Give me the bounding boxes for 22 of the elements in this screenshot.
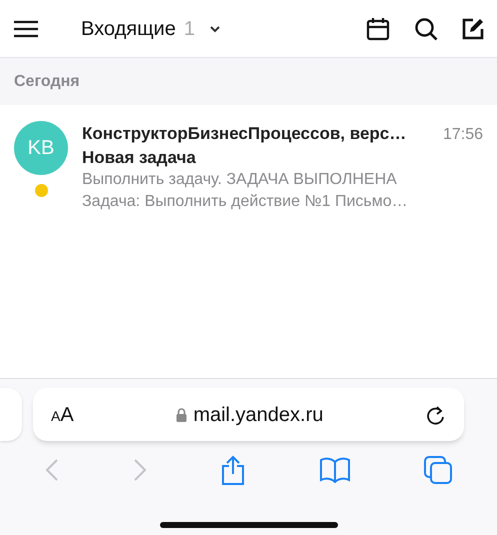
message-time: 17:56: [442, 125, 483, 145]
avatar: KB: [14, 121, 68, 175]
chevron-down-icon[interactable]: [208, 24, 221, 32]
menu-icon[interactable]: [13, 20, 39, 38]
reload-icon[interactable]: [426, 404, 446, 426]
compose-icon[interactable]: [462, 18, 484, 40]
text-size-button[interactable]: AA: [51, 400, 74, 430]
tabs-icon[interactable]: [424, 456, 452, 484]
url-text: mail.yandex.ru: [193, 402, 324, 428]
sender-name: КонструкторБизнесПроцессов, верс…: [82, 123, 406, 145]
address-bar[interactable]: AA mail.yandex.ru: [33, 388, 464, 441]
book-icon[interactable]: [320, 457, 350, 483]
calendar-icon[interactable]: [366, 16, 390, 40]
message-snippet: Задача: Выполнить действие №1 Письмо…: [82, 192, 409, 212]
folder-title[interactable]: Входящие: [81, 14, 176, 44]
search-icon[interactable]: [414, 16, 438, 40]
message-subject: Новая задача: [82, 147, 197, 169]
message-snippet: Выполнить задачу. ЗАДАЧА ВЫПОЛНЕНА: [82, 170, 398, 190]
share-icon[interactable]: [221, 455, 246, 485]
unread-count: 1: [184, 16, 195, 42]
section-heading: Сегодня: [14, 72, 80, 92]
lock-icon: [176, 408, 188, 422]
